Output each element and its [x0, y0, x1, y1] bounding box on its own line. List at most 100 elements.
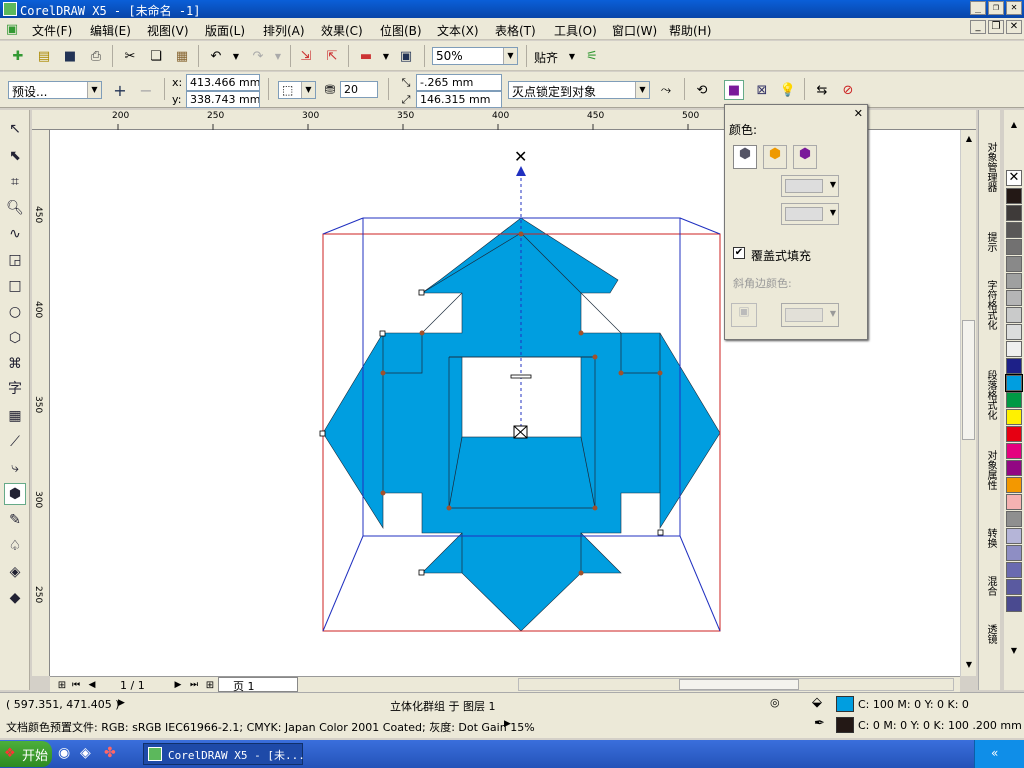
bevel-color-picker[interactable]: ▼ [781, 303, 839, 327]
close-button[interactable]: ✕ [1006, 1, 1022, 15]
pick-tool-icon[interactable]: ↖ [4, 118, 26, 140]
cut-icon[interactable]: ✂ [120, 46, 140, 66]
outline-tool-icon[interactable]: ♤ [4, 535, 26, 557]
palette-swatch[interactable] [1006, 579, 1022, 595]
menu-table[interactable]: 表格(T) [495, 22, 536, 39]
extrude-rotation-icon[interactable]: ⟲ [692, 80, 712, 100]
profile-arrow-icon[interactable]: ▶ [504, 719, 511, 729]
crop-tool-icon[interactable]: ⌗ [4, 171, 26, 193]
palette-swatch[interactable] [1006, 596, 1022, 612]
palette-swatch[interactable] [1005, 374, 1023, 392]
remove-preset-icon[interactable]: − [136, 80, 156, 100]
docker-tab-blend[interactable]: 混合 [982, 576, 998, 596]
connector-tool-icon[interactable]: ⤷ [4, 457, 26, 479]
close-icon[interactable]: ✕ [854, 107, 863, 120]
solid-fill-button[interactable]: ⬢ [763, 145, 787, 169]
vanishing-point-lock-dropdown[interactable]: 灭点锁定到对象 ▼ [508, 81, 650, 99]
shape-tool-icon[interactable]: ⬉ [4, 145, 26, 167]
no-color-swatch[interactable]: ✕ [1006, 170, 1022, 186]
palette-swatch[interactable] [1006, 528, 1022, 544]
color-picker-1[interactable]: ▼ [781, 175, 839, 197]
shade-fill-button[interactable]: ⬢ [793, 145, 817, 169]
menu-window[interactable]: 窗口(W) [612, 22, 657, 39]
palette-swatch[interactable] [1006, 494, 1022, 510]
outline-color-swatch[interactable] [836, 717, 854, 733]
menu-text[interactable]: 文本(X) [437, 22, 479, 39]
polygon-tool-icon[interactable]: ⬡ [4, 327, 26, 349]
start-button[interactable]: ❖ 开始 [0, 741, 52, 767]
palette-scroll-up-icon[interactable]: ▲ [1006, 120, 1022, 132]
palette-swatch[interactable] [1006, 324, 1022, 340]
use-object-fill-button[interactable]: ⬢ [733, 145, 757, 169]
docker-tab-hints[interactable]: 提示 [982, 232, 998, 252]
system-tray[interactable]: « [974, 740, 1024, 768]
snap-dropdown-icon[interactable]: ▼ [562, 46, 582, 66]
x-position-field[interactable]: 413.466 mm [186, 74, 260, 91]
color-picker-2[interactable]: ▼ [781, 203, 839, 225]
y-position-field[interactable]: 338.743 mm [186, 91, 260, 108]
scroll-thumb[interactable] [962, 320, 975, 440]
paste-icon[interactable]: ▦ [172, 46, 192, 66]
palette-swatch[interactable] [1006, 443, 1022, 459]
palette-swatch[interactable] [1006, 460, 1022, 476]
palette-swatch[interactable] [1006, 426, 1022, 442]
copy-extrude-properties-icon[interactable]: ⇆ [812, 80, 832, 100]
chrome-icon[interactable]: ◉ [58, 745, 70, 761]
menu-tools[interactable]: 工具(O) [554, 22, 597, 39]
menu-edit[interactable]: 编辑(E) [90, 22, 131, 39]
extruded-shape[interactable]: ✕ [319, 147, 721, 632]
menu-arrange[interactable]: 排列(A) [263, 22, 305, 39]
palette-swatch[interactable] [1006, 392, 1022, 408]
print-icon[interactable]: ⎙ [86, 46, 106, 66]
menu-help[interactable]: 帮助(H) [669, 22, 711, 39]
dimension-tool-icon[interactable]: ⟋ [4, 431, 26, 453]
copy-vp-icon[interactable]: ⤳ [656, 80, 676, 100]
palette-swatch[interactable] [1006, 409, 1022, 425]
scroll-down-icon[interactable]: ▼ [963, 660, 975, 672]
browser-icon[interactable]: ◈ [80, 745, 91, 761]
minimize-button[interactable]: _ [970, 1, 986, 15]
add-preset-icon[interactable]: + [110, 80, 130, 100]
export-icon[interactable]: ⇱ [322, 46, 342, 66]
depth-field[interactable]: 20 [340, 81, 378, 98]
undo-icon[interactable]: ↶ [206, 46, 226, 66]
palette-scroll-down-icon[interactable]: ▼ [1006, 646, 1022, 658]
menu-effects[interactable]: 效果(C) [321, 22, 363, 39]
palette-swatch[interactable] [1006, 256, 1022, 272]
menu-view[interactable]: 视图(V) [147, 22, 189, 39]
palette-swatch[interactable] [1006, 188, 1022, 204]
interactive-fill-tool-icon[interactable]: ◆ [4, 587, 26, 609]
doc-restore-button[interactable]: ❐ [988, 20, 1004, 34]
palette-swatch[interactable] [1006, 358, 1022, 374]
text-tool-icon[interactable]: 字 [4, 377, 26, 399]
tray-expand-icon[interactable]: « [991, 746, 998, 760]
palette-swatch[interactable] [1006, 205, 1022, 221]
h-scroll-thumb[interactable] [679, 679, 799, 690]
freehand-tool-icon[interactable]: ∿ [4, 223, 26, 245]
palette-swatch[interactable] [1006, 511, 1022, 527]
save-icon[interactable]: ■ [60, 46, 80, 66]
palette-swatch[interactable] [1006, 307, 1022, 323]
vanishing-point-y-field[interactable]: 146.315 mm [416, 91, 502, 108]
table-tool-icon[interactable]: ▦ [4, 405, 26, 427]
docker-tab-character[interactable]: 字符格式化 [982, 280, 998, 330]
horizontal-scrollbar[interactable] [518, 678, 954, 691]
fill-tool-icon[interactable]: ◈ [4, 561, 26, 583]
launcher-dropdown-icon[interactable]: ▼ [376, 46, 396, 66]
app-icon[interactable]: ✤ [104, 745, 116, 761]
palette-swatch[interactable] [1006, 290, 1022, 306]
palette-swatch[interactable] [1006, 562, 1022, 578]
clear-extrude-icon[interactable]: ⊘ [838, 80, 858, 100]
extrude-tool-icon[interactable]: ⬢ [4, 483, 26, 505]
new-document-icon[interactable]: ✚ [8, 46, 28, 66]
basic-shapes-tool-icon[interactable]: ⌘ [4, 353, 26, 375]
preset-dropdown[interactable]: 预设... ▼ [8, 81, 102, 99]
eyedropper-tool-icon[interactable]: ✎ [4, 509, 26, 531]
zoom-tool-icon[interactable]: 🔍︎ [4, 197, 26, 219]
application-launcher-icon[interactable]: ▬ [356, 46, 376, 66]
menu-layout[interactable]: 版面(L) [205, 22, 245, 39]
smart-fill-tool-icon[interactable]: ◲ [4, 249, 26, 271]
open-icon[interactable]: ▤ [34, 46, 54, 66]
snap-to-dropdown[interactable]: 贴齐 [534, 49, 558, 66]
extrude-color-icon[interactable]: ■ [724, 80, 744, 100]
